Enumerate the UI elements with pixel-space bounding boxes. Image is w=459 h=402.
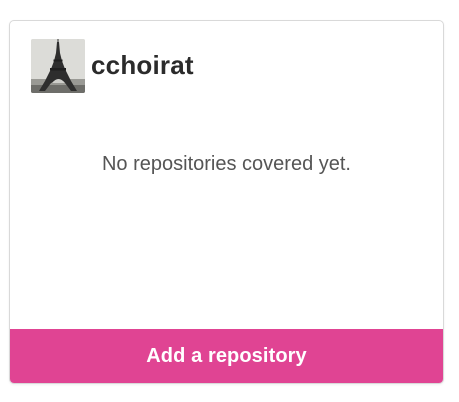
empty-state-message: No repositories covered yet.: [101, 153, 351, 175]
username[interactable]: cchoirat: [91, 50, 194, 81]
repository-card: cchoirat No repositories covered yet. Ad…: [9, 20, 444, 384]
card-header: cchoirat: [31, 38, 194, 93]
eiffel-tower-photo-icon: [31, 38, 85, 93]
add-repository-button[interactable]: Add a repository: [10, 329, 443, 383]
avatar[interactable]: [31, 38, 85, 93]
